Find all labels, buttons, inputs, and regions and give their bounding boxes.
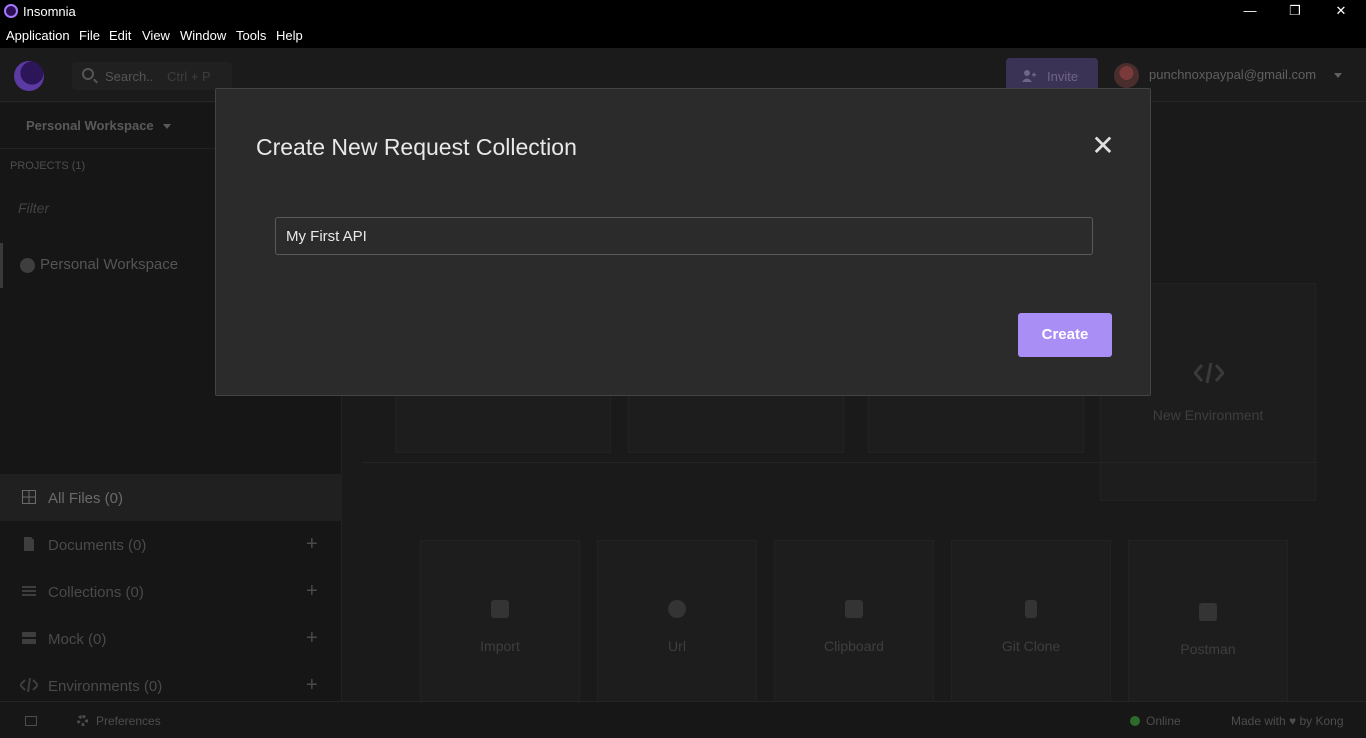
close-icon[interactable]: ✕: [1088, 131, 1118, 161]
modal-backdrop: Create New Request Collection ✕ Create: [0, 0, 1366, 738]
collection-name-input[interactable]: [275, 217, 1093, 255]
create-button[interactable]: Create: [1018, 313, 1112, 357]
create-collection-modal: Create New Request Collection ✕ Create: [215, 88, 1151, 396]
modal-title: Create New Request Collection: [256, 134, 577, 160]
